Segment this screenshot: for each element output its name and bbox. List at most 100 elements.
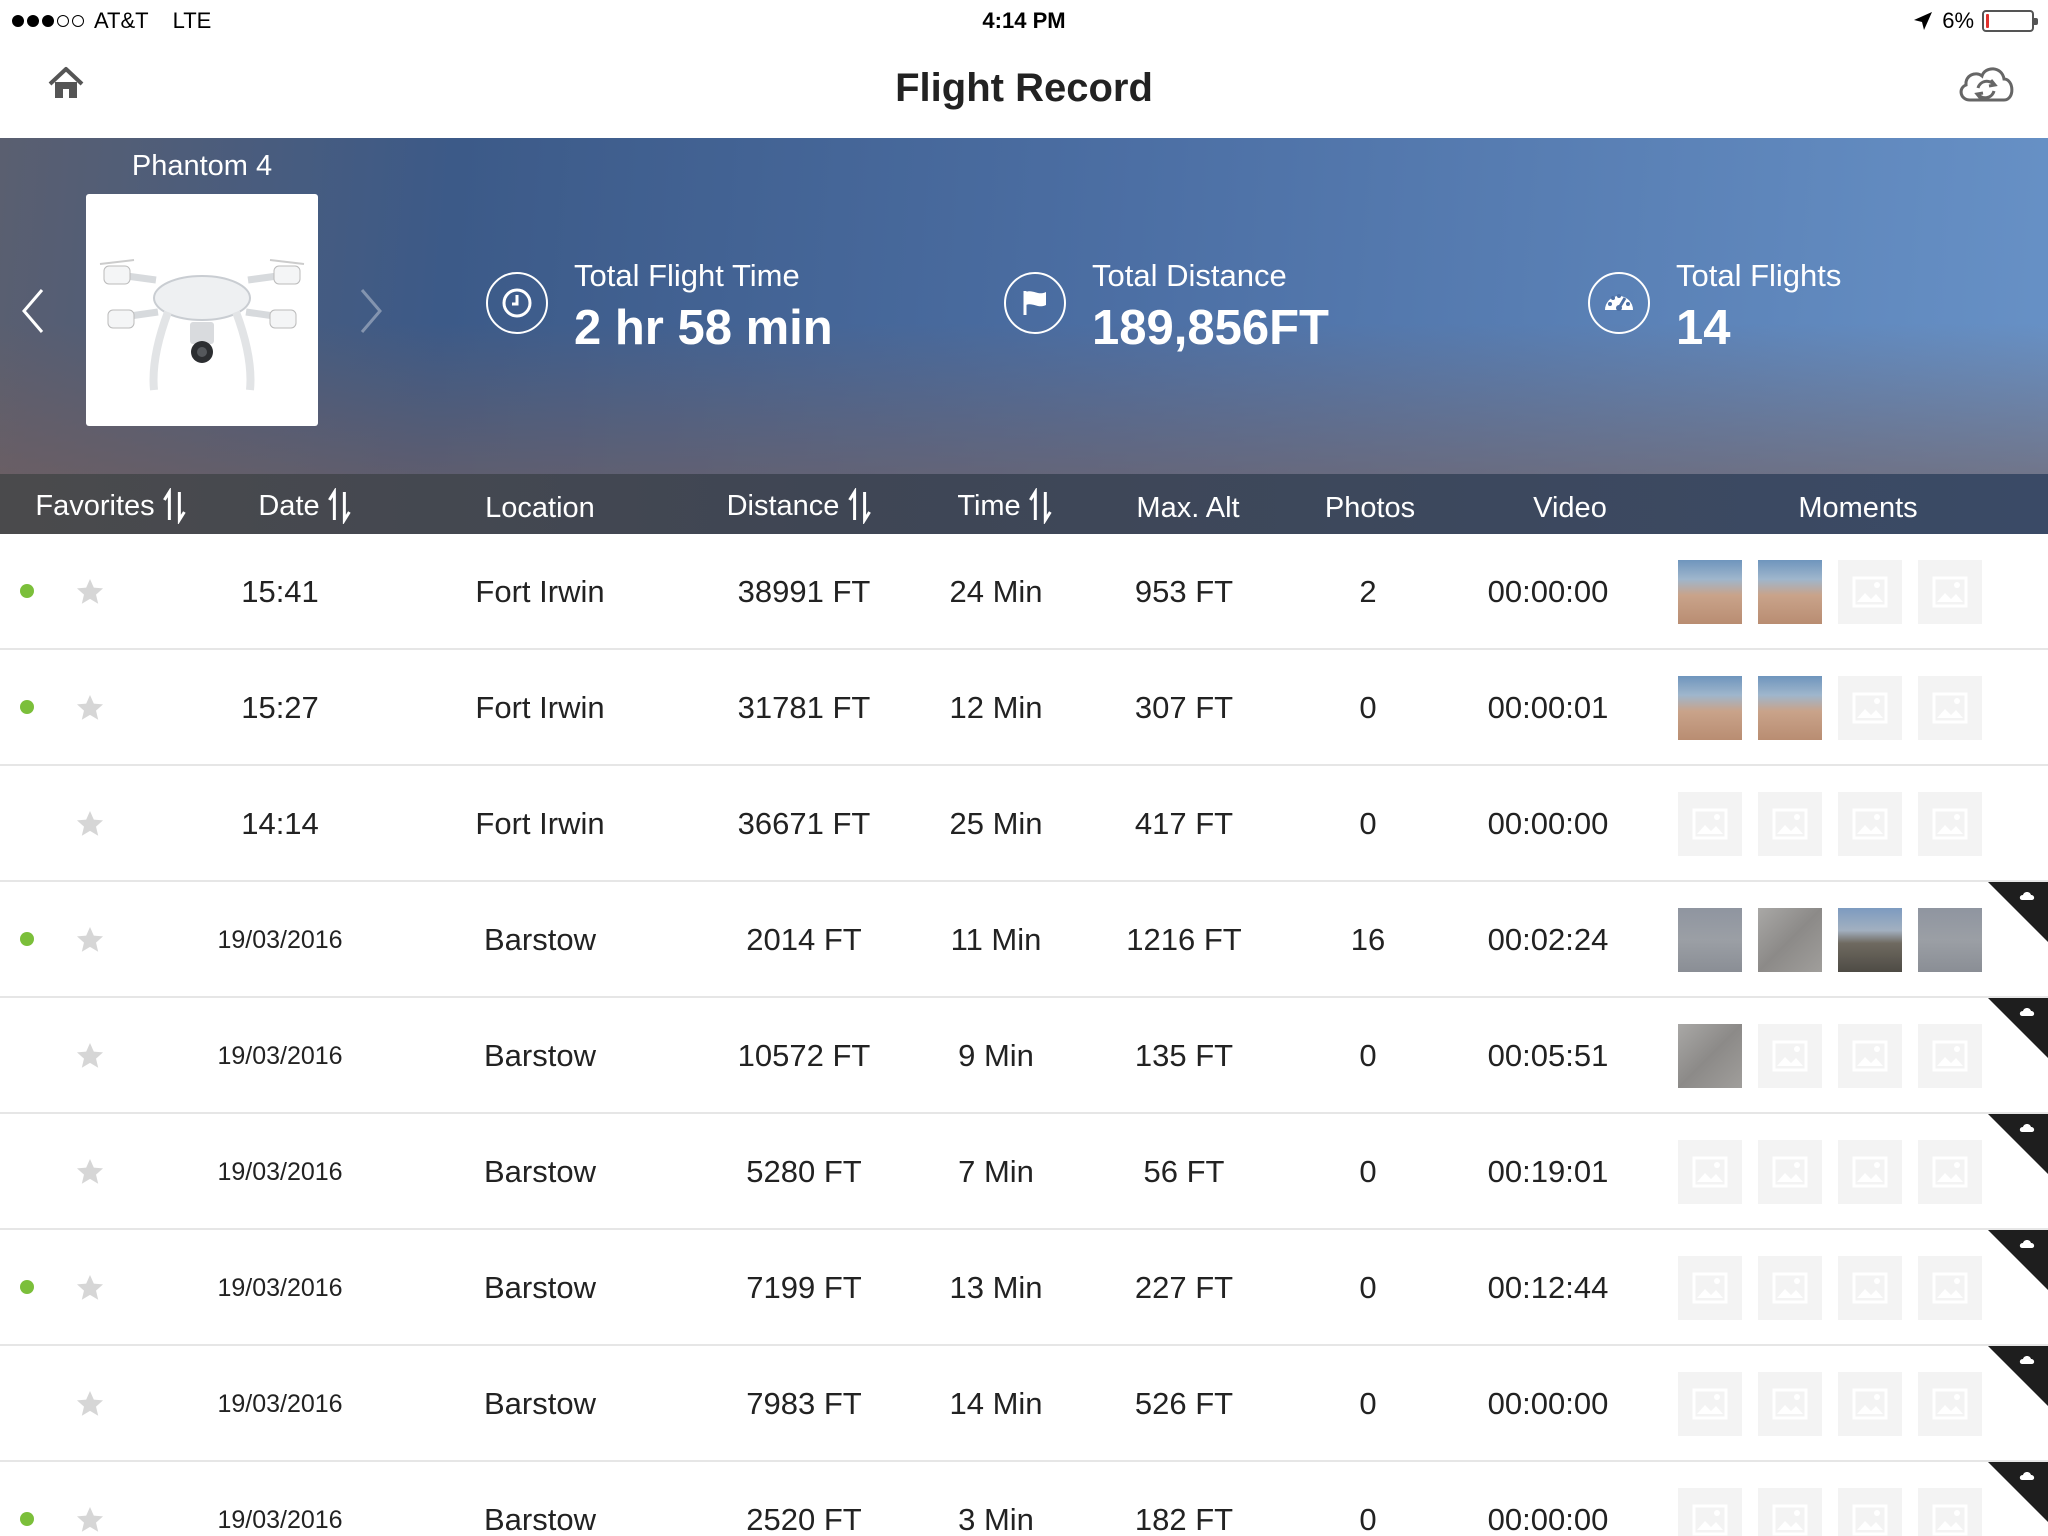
cell-max-alt: 135 FT xyxy=(1134,1038,1234,1073)
table-header: Favorites Date Location Distance Time Ma… xyxy=(0,474,2048,534)
status-bar: AT&T LTE 4:14 PM 6% xyxy=(0,0,2048,42)
moment-placeholder-icon xyxy=(1838,1140,1902,1204)
moment-thumbnail[interactable] xyxy=(1758,560,1822,624)
flag-icon xyxy=(1004,272,1066,334)
next-aircraft-button[interactable] xyxy=(358,286,386,336)
previous-aircraft-button[interactable] xyxy=(18,286,46,336)
column-photos: Photos xyxy=(1325,492,1415,525)
drone-icon xyxy=(99,259,305,391)
stat-label: Total Distance xyxy=(1092,258,1287,293)
page-title: Flight Record xyxy=(895,66,1153,110)
favorite-star-icon[interactable] xyxy=(74,1388,106,1420)
stat-value: 14 xyxy=(1676,301,1731,355)
favorite-star-icon[interactable] xyxy=(74,1156,106,1188)
cell-max-alt: 953 FT xyxy=(1134,574,1234,609)
favorite-star-icon[interactable] xyxy=(74,808,106,840)
sync-status-dot xyxy=(20,584,34,598)
moment-placeholder-icon xyxy=(1918,1024,1982,1088)
favorite-star-icon[interactable] xyxy=(74,1272,106,1304)
table-row[interactable]: 15:27 Fort Irwin 31781 FT 12 Min 307 FT 0 00:0… xyxy=(0,650,2048,766)
cell-photos: 0 xyxy=(1359,1270,1377,1305)
cell-location: Barstow xyxy=(484,1386,596,1421)
cloud-uploaded-icon xyxy=(1988,1462,2048,1522)
moment-thumbnail[interactable] xyxy=(1678,1024,1742,1088)
cell-distance: 31781 FT xyxy=(737,690,871,725)
column-date[interactable]: Date xyxy=(258,488,353,524)
moment-placeholder-icon xyxy=(1758,1488,1822,1536)
favorite-star-icon[interactable] xyxy=(74,1504,106,1536)
moment-thumbnail[interactable] xyxy=(1758,908,1822,972)
table-row[interactable]: 19/03/2016 Barstow 7983 FT 14 Min 526 FT 0 00:… xyxy=(0,1346,2048,1462)
column-time[interactable]: Time xyxy=(957,488,1054,524)
cell-photos: 0 xyxy=(1359,806,1377,841)
table-row[interactable]: 19/03/2016 Barstow 7199 FT 13 Min 227 FT 0 00:… xyxy=(0,1230,2048,1346)
aircraft-name: Phantom 4 xyxy=(131,150,273,182)
cloud-uploaded-icon xyxy=(1988,1230,2048,1290)
clock-icon xyxy=(486,272,548,334)
column-favorites[interactable]: Favorites xyxy=(35,488,188,524)
cell-location: Barstow xyxy=(484,1038,596,1073)
favorite-star-icon[interactable] xyxy=(74,924,106,956)
stat-label: Total Flights xyxy=(1676,258,1842,293)
cell-location: Fort Irwin xyxy=(475,574,605,609)
moment-placeholder-icon xyxy=(1838,1488,1902,1536)
sort-icon xyxy=(1029,488,1052,524)
cell-date: 19/03/2016 xyxy=(217,1274,343,1302)
cell-distance: 5280 FT xyxy=(746,1154,862,1189)
cell-time: 9 Min xyxy=(958,1038,1034,1073)
cell-video: 00:12:44 xyxy=(1487,1270,1609,1305)
cell-location: Barstow xyxy=(484,1502,596,1536)
cell-distance: 7983 FT xyxy=(746,1386,862,1421)
moment-thumbnail[interactable] xyxy=(1758,676,1822,740)
favorite-star-icon[interactable] xyxy=(74,1040,106,1072)
moment-thumbnail[interactable] xyxy=(1918,908,1982,972)
table-row[interactable]: 15:41 Fort Irwin 38991 FT 24 Min 953 FT 2 00:0… xyxy=(0,534,2048,650)
cell-max-alt: 417 FT xyxy=(1134,806,1234,841)
table-row[interactable]: 19/03/2016 Barstow 2520 FT 3 Min 182 FT 0 00:0… xyxy=(0,1462,2048,1536)
battery-percent: 6% xyxy=(1942,8,1974,33)
column-label: Distance xyxy=(726,489,840,522)
cell-location: Barstow xyxy=(484,1154,596,1189)
moment-placeholder-icon xyxy=(1678,1256,1742,1320)
cell-photos: 16 xyxy=(1350,922,1386,957)
cell-photos: 0 xyxy=(1359,1154,1377,1189)
table-row[interactable]: 19/03/2016 Barstow 5280 FT 7 Min 56 FT 0 00:19… xyxy=(0,1114,2048,1230)
moment-placeholder-icon xyxy=(1758,1024,1822,1088)
moment-thumbnail[interactable] xyxy=(1678,676,1742,740)
cell-time: 12 Min xyxy=(949,690,1043,725)
moment-placeholder-icon xyxy=(1918,1256,1982,1320)
cloud-uploaded-icon xyxy=(1988,998,2048,1058)
stat-value: 189,856FT xyxy=(1092,301,1329,355)
moment-placeholder-icon xyxy=(1758,1256,1822,1320)
column-distance[interactable]: Distance xyxy=(727,488,874,524)
cell-video: 00:19:01 xyxy=(1487,1154,1609,1189)
table-row[interactable]: 19/03/2016 Barstow 10572 FT 9 Min 135 FT 0 00:… xyxy=(0,998,2048,1114)
moment-thumbnail[interactable] xyxy=(1678,560,1742,624)
cell-date: 19/03/2016 xyxy=(217,1390,343,1418)
moment-thumbnail[interactable] xyxy=(1678,908,1742,972)
moment-placeholder-icon xyxy=(1918,792,1982,856)
cell-location: Fort Irwin xyxy=(475,690,605,725)
favorite-star-icon[interactable] xyxy=(74,692,106,724)
moment-placeholder-icon xyxy=(1838,1372,1902,1436)
cloud-sync-button[interactable] xyxy=(1954,58,2018,108)
cell-distance: 7199 FT xyxy=(746,1270,862,1305)
cell-date: 19/03/2016 xyxy=(217,926,343,954)
favorite-star-icon[interactable] xyxy=(74,576,106,608)
aircraft-image xyxy=(86,194,318,426)
battery-icon xyxy=(1982,10,2038,32)
column-location: Location xyxy=(485,492,595,525)
moment-thumbnail[interactable] xyxy=(1838,908,1902,972)
column-label: Time xyxy=(957,489,1021,522)
cell-video: 00:00:00 xyxy=(1487,1386,1609,1421)
cell-time: 3 Min xyxy=(958,1502,1034,1536)
moment-placeholder-icon xyxy=(1918,1488,1982,1536)
sync-status-dot xyxy=(20,1512,34,1526)
stat-value: 2 hr 58 min xyxy=(574,301,833,355)
table-row[interactable]: 14:14 Fort Irwin 36671 FT 25 Min 417 FT 0 00:0… xyxy=(0,766,2048,882)
cell-distance: 2520 FT xyxy=(746,1502,862,1536)
cell-max-alt: 182 FT xyxy=(1134,1502,1234,1536)
sync-status-dot xyxy=(20,932,34,946)
table-row[interactable]: 19/03/2016 Barstow 2014 FT 11 Min 1216 FT 16 0… xyxy=(0,882,2048,998)
cell-date: 19/03/2016 xyxy=(217,1158,343,1186)
